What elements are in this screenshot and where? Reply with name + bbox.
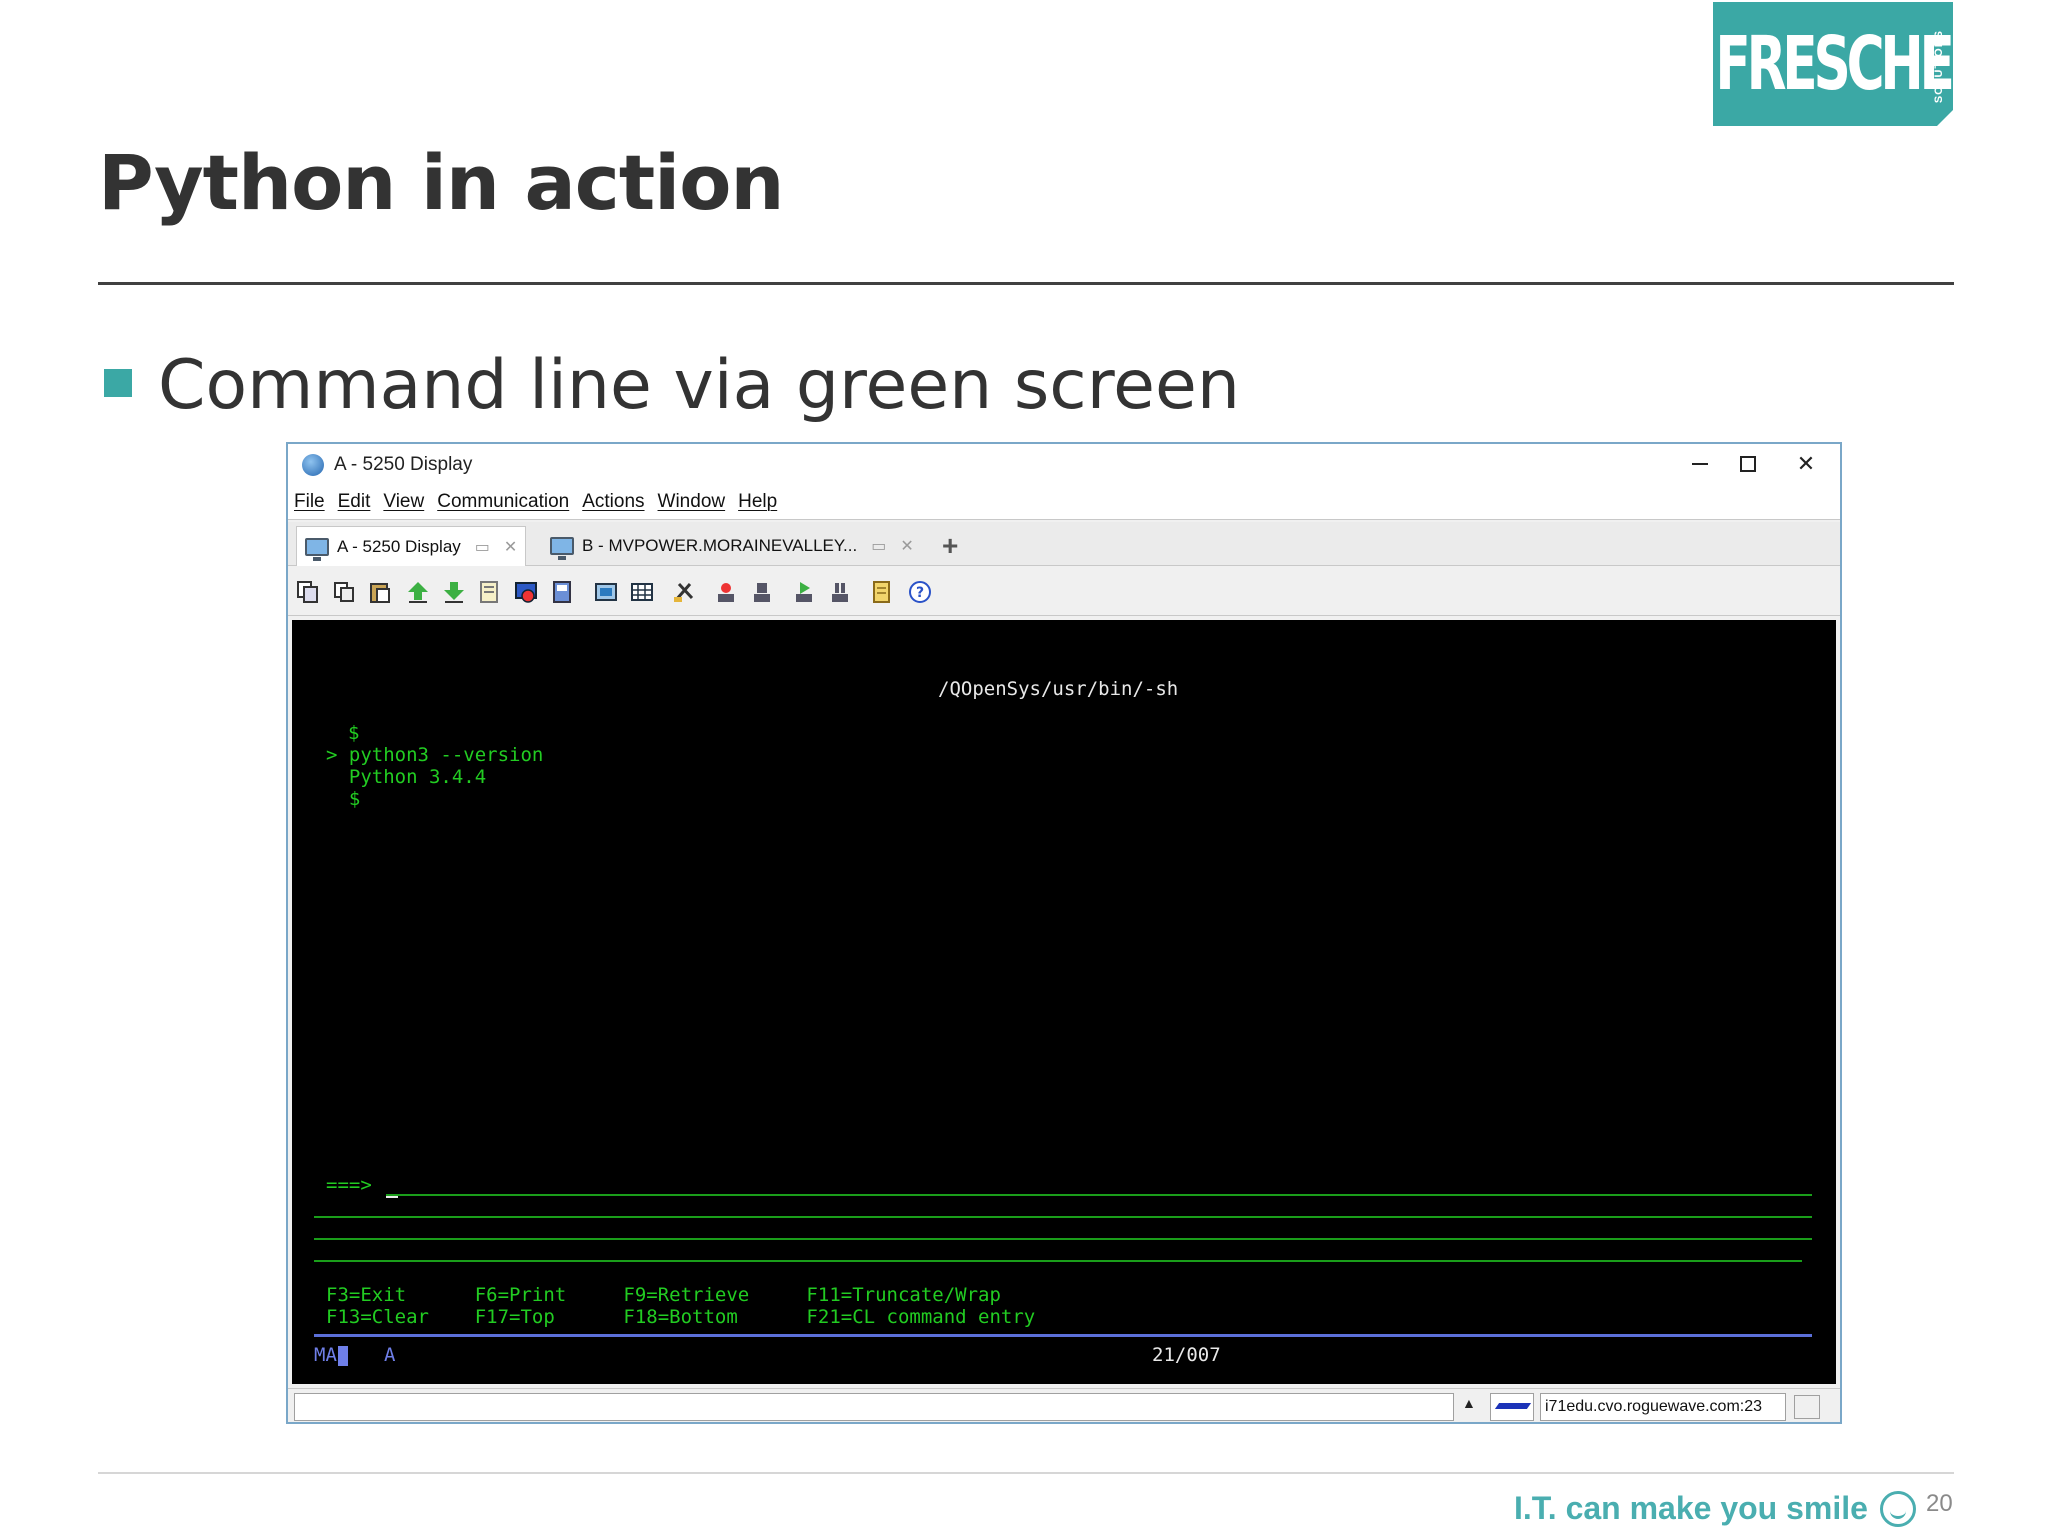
logo-subtext: SOLUTIONS (1933, 30, 1945, 104)
receive-file-icon[interactable] (442, 580, 466, 604)
window-titlebar[interactable]: A - 5250 Display ✕ (288, 444, 1840, 484)
slide-title: Python in action (98, 138, 785, 227)
tab-detach-icon[interactable]: ▭ (475, 537, 490, 557)
terminal-line: $ (326, 788, 361, 810)
monitor-icon (305, 537, 329, 561)
menu-help[interactable]: Help (738, 491, 777, 513)
minimize-icon (1692, 463, 1708, 465)
print-screen-icon[interactable] (478, 580, 502, 604)
oia-divider (314, 1334, 1812, 1337)
page-number: 20 (1926, 1490, 1953, 1517)
display-grid-icon[interactable] (630, 580, 654, 604)
function-keys-row-1: F3=Exit F6=Print F9=Retrieve F11=Truncat… (326, 1284, 1001, 1306)
command-input-line[interactable] (386, 1194, 1812, 1196)
menu-window[interactable]: Window (658, 491, 726, 513)
terminal-line: $ (348, 722, 360, 744)
command-prompt: ===> (326, 1174, 372, 1196)
connection-status (1490, 1393, 1534, 1421)
oia-mode: MA (314, 1344, 337, 1366)
paste-icon[interactable] (368, 580, 392, 604)
oia-session: A (384, 1344, 396, 1366)
menu-view[interactable]: View (383, 491, 424, 513)
host-address: i71edu.cvo.roguewave.com:23 (1540, 1393, 1786, 1421)
title-divider (98, 282, 1954, 285)
close-icon: ✕ (1796, 451, 1816, 476)
cursor-position: 21/007 (1152, 1344, 1221, 1366)
logo-fold-corner (1937, 110, 1953, 126)
pause-icon[interactable] (828, 580, 852, 604)
command-input-line[interactable] (314, 1216, 1812, 1218)
footer-divider (98, 1472, 1954, 1474)
record-icon[interactable] (714, 580, 738, 604)
status-arrow-icon[interactable]: ▲ (1462, 1395, 1476, 1411)
terminal-screen[interactable]: /QOpenSys/usr/bin/-sh $ > python3 --vers… (292, 620, 1836, 1384)
notes-icon[interactable] (870, 580, 894, 604)
oia-cursor-block (338, 1346, 348, 1366)
function-keys-row-2: F13=Clear F17=Top F18=Bottom F21=CL comm… (326, 1306, 1036, 1328)
tab-close-icon[interactable]: ✕ (900, 536, 913, 556)
svg-text:?: ? (916, 585, 924, 601)
logo-text: FRESCHE (1715, 21, 1955, 107)
copy-append-icon[interactable] (332, 580, 356, 604)
tagline-text: I.T. can make you smile (1514, 1490, 1868, 1526)
close-button[interactable]: ✕ (1778, 448, 1834, 480)
command-input-line[interactable] (314, 1238, 1812, 1240)
tab-label: A - 5250 Display (337, 536, 461, 556)
app-globe-icon (302, 454, 324, 476)
smiley-icon (1879, 1490, 1916, 1527)
terminal-path: /QOpenSys/usr/bin/-sh (938, 678, 1179, 700)
statusbar: ▲ i71edu.cvo.roguewave.com:23 (288, 1388, 1840, 1422)
tab-label: B - MVPOWER.MORAINEVALLEY... (582, 536, 858, 555)
maximize-button[interactable] (1720, 448, 1776, 480)
stop-icon[interactable] (750, 580, 774, 604)
footer-tagline: I.T. can make you smile (1514, 1490, 1916, 1527)
maximize-icon (1740, 456, 1756, 472)
menu-file[interactable]: File (294, 491, 325, 513)
window-title: A - 5250 Display (334, 454, 473, 475)
macro-play-icon[interactable] (550, 580, 574, 604)
session-tabbar: A - 5250 Display ▭ ✕ B - MVPOWER.MORAINE… (288, 522, 1840, 566)
help-icon[interactable]: ? (908, 580, 932, 604)
monitor-icon (550, 537, 574, 560)
copy-icon[interactable] (296, 580, 320, 604)
fresche-logo: FRESCHE SOLUTIONS (1713, 2, 1955, 126)
keypad-icon[interactable] (594, 580, 618, 604)
tab-close-icon[interactable]: ✕ (504, 537, 517, 557)
command-input-line[interactable] (314, 1260, 1802, 1262)
add-tab-icon[interactable]: + (942, 530, 958, 562)
menu-communication[interactable]: Communication (437, 491, 569, 513)
tab-session-b[interactable]: B - MVPOWER.MORAINEVALLEY... ▭ ✕ (542, 526, 922, 566)
menu-actions[interactable]: Actions (582, 491, 644, 513)
emulator-window: A - 5250 Display ✕ File Edit View Commun… (286, 442, 1842, 1424)
tab-detach-icon[interactable]: ▭ (871, 536, 886, 556)
menubar: File Edit View Communication Actions Win… (288, 484, 1840, 520)
play-icon[interactable] (792, 580, 816, 604)
status-message-field (294, 1393, 1454, 1421)
tab-session-a[interactable]: A - 5250 Display ▭ ✕ (296, 526, 527, 566)
connection-icon (1494, 1403, 1532, 1409)
bullet-square-icon (104, 369, 132, 397)
bullet-text: Command line via green screen (158, 346, 1240, 425)
terminal-line: > python3 --version (326, 744, 544, 766)
terminal-line: Python 3.4.4 (326, 766, 487, 788)
toolbar: ? (288, 568, 1840, 616)
menu-edit[interactable]: Edit (338, 491, 371, 513)
macro-record-icon[interactable] (514, 580, 538, 604)
tools-icon[interactable] (672, 580, 696, 604)
resize-grip-icon[interactable] (1794, 1395, 1820, 1419)
send-file-icon[interactable] (406, 580, 430, 604)
